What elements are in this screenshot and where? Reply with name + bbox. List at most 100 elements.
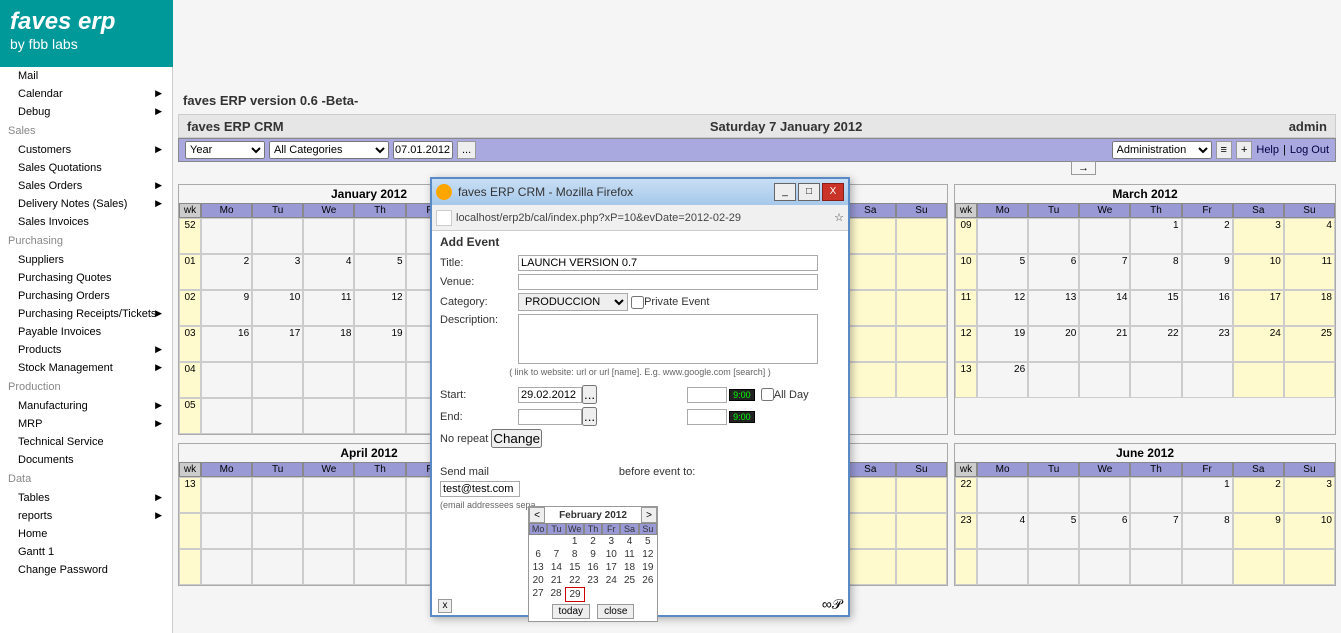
- day-cell[interactable]: 2: [1233, 477, 1284, 513]
- day-cell[interactable]: [977, 549, 1028, 585]
- picker-day[interactable]: [603, 587, 621, 602]
- change-repeat-button[interactable]: Change: [491, 429, 542, 448]
- day-cell[interactable]: [354, 549, 405, 585]
- day-cell[interactable]: [303, 218, 354, 254]
- day-cell[interactable]: [1284, 362, 1335, 398]
- picker-day[interactable]: 5: [639, 535, 657, 548]
- day-cell[interactable]: 3: [252, 254, 303, 290]
- day-cell[interactable]: [845, 477, 896, 513]
- picker-day[interactable]: 1: [566, 535, 584, 548]
- day-cell[interactable]: 16: [1182, 290, 1233, 326]
- day-cell[interactable]: [303, 549, 354, 585]
- day-cell[interactable]: [896, 513, 947, 549]
- day-cell[interactable]: [354, 513, 405, 549]
- day-cell[interactable]: 7: [1079, 254, 1130, 290]
- sidebar-item[interactable]: Products▶: [0, 341, 172, 359]
- next-arrow-button[interactable]: →: [1071, 161, 1096, 175]
- day-cell[interactable]: 10: [1233, 254, 1284, 290]
- sidebar-item[interactable]: Debug▶: [0, 103, 172, 121]
- picker-day[interactable]: [621, 587, 639, 602]
- picker-day[interactable]: 21: [547, 574, 565, 587]
- day-cell[interactable]: 1: [1182, 477, 1233, 513]
- add-button[interactable]: +: [1236, 141, 1252, 159]
- day-cell[interactable]: [896, 477, 947, 513]
- day-cell[interactable]: [1130, 549, 1181, 585]
- day-cell[interactable]: [896, 218, 947, 254]
- day-cell[interactable]: [201, 513, 252, 549]
- category-select-dialog[interactable]: PRODUCCION: [518, 293, 628, 311]
- picker-day[interactable]: 11: [620, 548, 638, 561]
- day-cell[interactable]: 26: [977, 362, 1028, 398]
- day-cell[interactable]: 4: [1284, 218, 1335, 254]
- day-cell[interactable]: 2: [1182, 218, 1233, 254]
- sidebar-item[interactable]: Customers▶: [0, 141, 172, 159]
- day-cell[interactable]: 16: [201, 326, 252, 362]
- picker-day[interactable]: 4: [620, 535, 638, 548]
- day-cell[interactable]: 10: [1284, 513, 1335, 549]
- day-cell[interactable]: [201, 549, 252, 585]
- day-cell[interactable]: [1079, 362, 1130, 398]
- day-cell[interactable]: 6: [1028, 254, 1079, 290]
- day-cell[interactable]: [845, 326, 896, 362]
- picker-day[interactable]: [529, 535, 547, 548]
- sidebar-item[interactable]: Manufacturing▶: [0, 397, 172, 415]
- day-cell[interactable]: [1028, 477, 1079, 513]
- sidebar-item[interactable]: Gantt 1: [0, 543, 172, 561]
- day-cell[interactable]: [845, 218, 896, 254]
- day-cell[interactable]: 9: [201, 290, 252, 326]
- start-time-input[interactable]: [687, 387, 727, 403]
- url-text[interactable]: localhost/erp2b/cal/index.php?xP=10&evDa…: [456, 212, 830, 224]
- picker-day[interactable]: 23: [584, 574, 602, 587]
- day-cell[interactable]: [896, 549, 947, 585]
- picker-day[interactable]: 25: [620, 574, 638, 587]
- day-cell[interactable]: 11: [303, 290, 354, 326]
- day-cell[interactable]: 19: [977, 326, 1028, 362]
- day-cell[interactable]: [1028, 549, 1079, 585]
- prev-month-button[interactable]: <: [529, 507, 545, 523]
- day-cell[interactable]: 24: [1233, 326, 1284, 362]
- day-cell[interactable]: [1233, 362, 1284, 398]
- day-cell[interactable]: [354, 218, 405, 254]
- day-cell[interactable]: [252, 218, 303, 254]
- picker-day[interactable]: 10: [602, 548, 620, 561]
- day-cell[interactable]: 14: [1079, 290, 1130, 326]
- sidebar-item[interactable]: Technical Service: [0, 433, 172, 451]
- picker-day[interactable]: 24: [602, 574, 620, 587]
- day-cell[interactable]: [1079, 549, 1130, 585]
- day-cell[interactable]: 17: [1233, 290, 1284, 326]
- day-cell[interactable]: [1233, 549, 1284, 585]
- picker-day[interactable]: [585, 587, 603, 602]
- day-cell[interactable]: [201, 218, 252, 254]
- picker-day[interactable]: 22: [566, 574, 584, 587]
- picker-day[interactable]: 20: [529, 574, 547, 587]
- day-cell[interactable]: 9: [1233, 513, 1284, 549]
- day-cell[interactable]: [252, 477, 303, 513]
- view-select[interactable]: Year: [185, 141, 265, 159]
- day-cell[interactable]: 4: [977, 513, 1028, 549]
- start-date-picker-button[interactable]: ...: [582, 385, 597, 404]
- picker-day[interactable]: 29: [565, 587, 585, 602]
- day-cell[interactable]: [845, 513, 896, 549]
- day-cell[interactable]: [252, 362, 303, 398]
- day-cell[interactable]: 7: [1130, 513, 1181, 549]
- day-cell[interactable]: 12: [354, 290, 405, 326]
- day-cell[interactable]: 6: [1079, 513, 1130, 549]
- day-cell[interactable]: [354, 477, 405, 513]
- sidebar-item[interactable]: Purchasing Receipts/Tickets▶: [0, 305, 172, 323]
- email-input[interactable]: [440, 481, 520, 497]
- private-checkbox[interactable]: [631, 296, 644, 309]
- day-cell[interactable]: [252, 513, 303, 549]
- picker-day[interactable]: 8: [566, 548, 584, 561]
- day-cell[interactable]: [252, 398, 303, 434]
- picker-day[interactable]: 28: [547, 587, 565, 602]
- date-input[interactable]: [393, 141, 453, 159]
- picker-close-button[interactable]: close: [597, 604, 634, 619]
- day-cell[interactable]: [201, 477, 252, 513]
- day-cell[interactable]: 4: [303, 254, 354, 290]
- day-cell[interactable]: [1182, 362, 1233, 398]
- picker-day[interactable]: 3: [602, 535, 620, 548]
- day-cell[interactable]: [977, 218, 1028, 254]
- picker-day[interactable]: 19: [639, 561, 657, 574]
- picker-day[interactable]: 2: [584, 535, 602, 548]
- sidebar-item[interactable]: Stock Management▶: [0, 359, 172, 377]
